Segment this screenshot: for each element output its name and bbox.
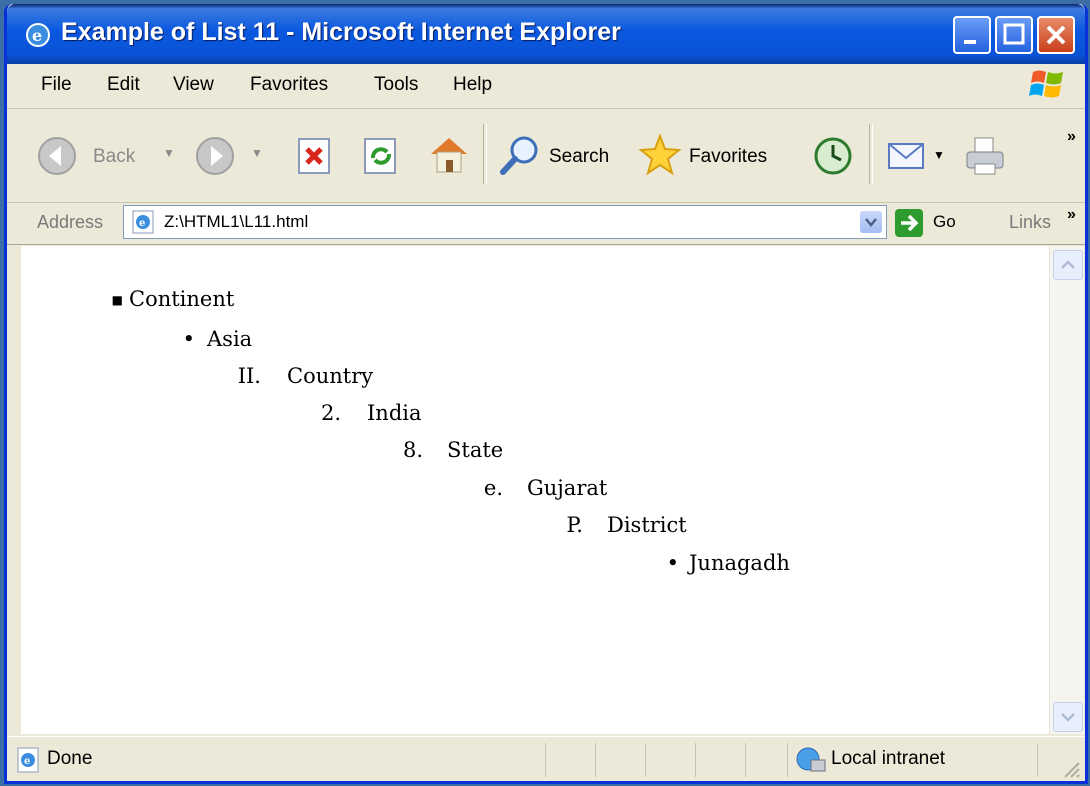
- menu-tools[interactable]: Tools: [374, 74, 418, 96]
- list-marker: II.: [237, 364, 261, 388]
- list-marker: •: [666, 551, 679, 575]
- maximize-icon: [1003, 23, 1025, 45]
- home-icon: [431, 138, 467, 173]
- list-item: Asia: [207, 327, 253, 351]
- minimize-button[interactable]: [953, 16, 991, 54]
- links-more-chevron-icon[interactable]: »: [1067, 206, 1076, 224]
- forward-button[interactable]: ▼: [193, 134, 275, 178]
- refresh-button[interactable]: [361, 136, 401, 176]
- stop-button[interactable]: [295, 136, 335, 176]
- go-label: Go: [933, 212, 956, 231]
- address-url: Z:\HTML1\L11.html: [164, 212, 309, 231]
- toolbar-separator: [483, 124, 487, 184]
- list-marker: 8.: [402, 438, 423, 462]
- list-marker: •: [182, 327, 195, 351]
- page-ie-icon: e: [132, 210, 154, 234]
- address-input[interactable]: e Z:\HTML1\L11.html: [123, 205, 887, 239]
- list-marker: P.: [566, 513, 583, 537]
- forward-arrow-icon: [196, 137, 234, 175]
- home-button[interactable]: [425, 132, 473, 178]
- address-dropdown-button[interactable]: [860, 211, 882, 233]
- standard-toolbar: Back ▼ ▼ Search Favorites ▼ »: [7, 110, 1085, 203]
- back-arrow-icon: [38, 137, 76, 175]
- list-marker: ■: [111, 293, 123, 307]
- mail-dropdown-icon[interactable]: ▼: [933, 148, 945, 162]
- print-button[interactable]: [961, 134, 1009, 178]
- mail-button[interactable]: ▼: [885, 134, 951, 178]
- chevron-up-icon: [1061, 260, 1075, 269]
- go-button[interactable]: Go: [893, 208, 979, 238]
- close-button[interactable]: [1037, 16, 1075, 54]
- list-marker: 2.: [320, 401, 341, 425]
- status-bar: e Done Local intranet: [7, 736, 1085, 781]
- page-content: ■ Continent • Asia II. Country 2. India …: [21, 246, 1049, 734]
- list-item: Gujarat: [527, 476, 608, 500]
- intranet-globe-icon: [796, 747, 826, 772]
- close-icon: [1046, 25, 1066, 45]
- status-divider: [745, 743, 746, 777]
- go-arrow-icon: [895, 209, 923, 237]
- menu-view[interactable]: View: [173, 74, 214, 96]
- list-item: District: [607, 513, 687, 537]
- toolbar-more-chevron-icon[interactable]: »: [1067, 128, 1076, 146]
- minimize-icon: [964, 40, 976, 44]
- list-item: Junagadh: [689, 551, 790, 575]
- menu-favorites[interactable]: Favorites: [250, 74, 328, 96]
- status-divider: [595, 743, 596, 777]
- scroll-up-button[interactable]: [1053, 250, 1083, 280]
- menu-bar: File Edit View Favorites Tools Help: [7, 64, 1085, 109]
- history-button[interactable]: [811, 134, 855, 178]
- ie-logo-icon: e: [26, 23, 50, 47]
- windows-logo-icon: [1029, 70, 1063, 98]
- search-icon: [500, 136, 538, 175]
- status-text: Done: [47, 748, 93, 769]
- svg-text:e: e: [139, 218, 145, 229]
- menu-file[interactable]: File: [41, 74, 72, 96]
- list-item: Country: [287, 364, 374, 388]
- search-button[interactable]: Search: [497, 132, 627, 180]
- status-divider: [1037, 743, 1038, 777]
- links-button[interactable]: Links: [1009, 212, 1051, 233]
- stop-icon: [298, 138, 330, 174]
- resize-grip-icon[interactable]: [1061, 759, 1081, 779]
- svg-text:e: e: [32, 26, 42, 45]
- printer-icon: [966, 137, 1004, 175]
- history-icon: [814, 137, 852, 175]
- list-item: India: [367, 401, 422, 425]
- refresh-icon: [364, 138, 396, 174]
- page-done-icon: e: [17, 747, 39, 773]
- back-button[interactable]: Back ▼: [35, 134, 185, 178]
- status-divider: [787, 743, 788, 777]
- address-label: Address: [37, 212, 104, 232]
- status-divider: [695, 743, 696, 777]
- toolbar-separator: [869, 124, 873, 184]
- status-divider: [645, 743, 646, 777]
- favorites-label: Favorites: [689, 146, 768, 167]
- menu-edit[interactable]: Edit: [107, 74, 140, 96]
- window-title: Example of List 11 - Microsoft Internet …: [61, 18, 621, 46]
- back-dropdown-icon[interactable]: ▼: [163, 146, 175, 160]
- title-bar[interactable]: e Example of List 11 - Microsoft Interne…: [7, 4, 1085, 64]
- chevron-down-icon: [1061, 713, 1075, 722]
- mail-icon: [888, 143, 924, 169]
- list-item: State: [447, 438, 504, 462]
- address-bar: Address e Z:\HTML1\L11.html Go Links »: [7, 202, 1085, 245]
- forward-dropdown-icon[interactable]: ▼: [251, 146, 263, 160]
- list-marker: e.: [483, 476, 503, 500]
- zone-label: Local intranet: [831, 748, 946, 769]
- browser-window: e Example of List 11 - Microsoft Interne…: [4, 4, 1088, 784]
- search-label: Search: [549, 146, 610, 167]
- svg-text:e: e: [24, 756, 30, 767]
- status-divider: [545, 743, 546, 777]
- back-label: Back: [93, 146, 136, 167]
- list-item: Continent: [129, 287, 235, 311]
- chevron-down-icon: [865, 218, 877, 227]
- favorites-button[interactable]: Favorites: [637, 132, 789, 180]
- menu-help[interactable]: Help: [453, 74, 492, 96]
- scroll-down-button[interactable]: [1053, 702, 1083, 732]
- vertical-scrollbar[interactable]: [1049, 246, 1084, 734]
- maximize-button[interactable]: [995, 16, 1033, 54]
- favorites-star-icon: [638, 133, 682, 176]
